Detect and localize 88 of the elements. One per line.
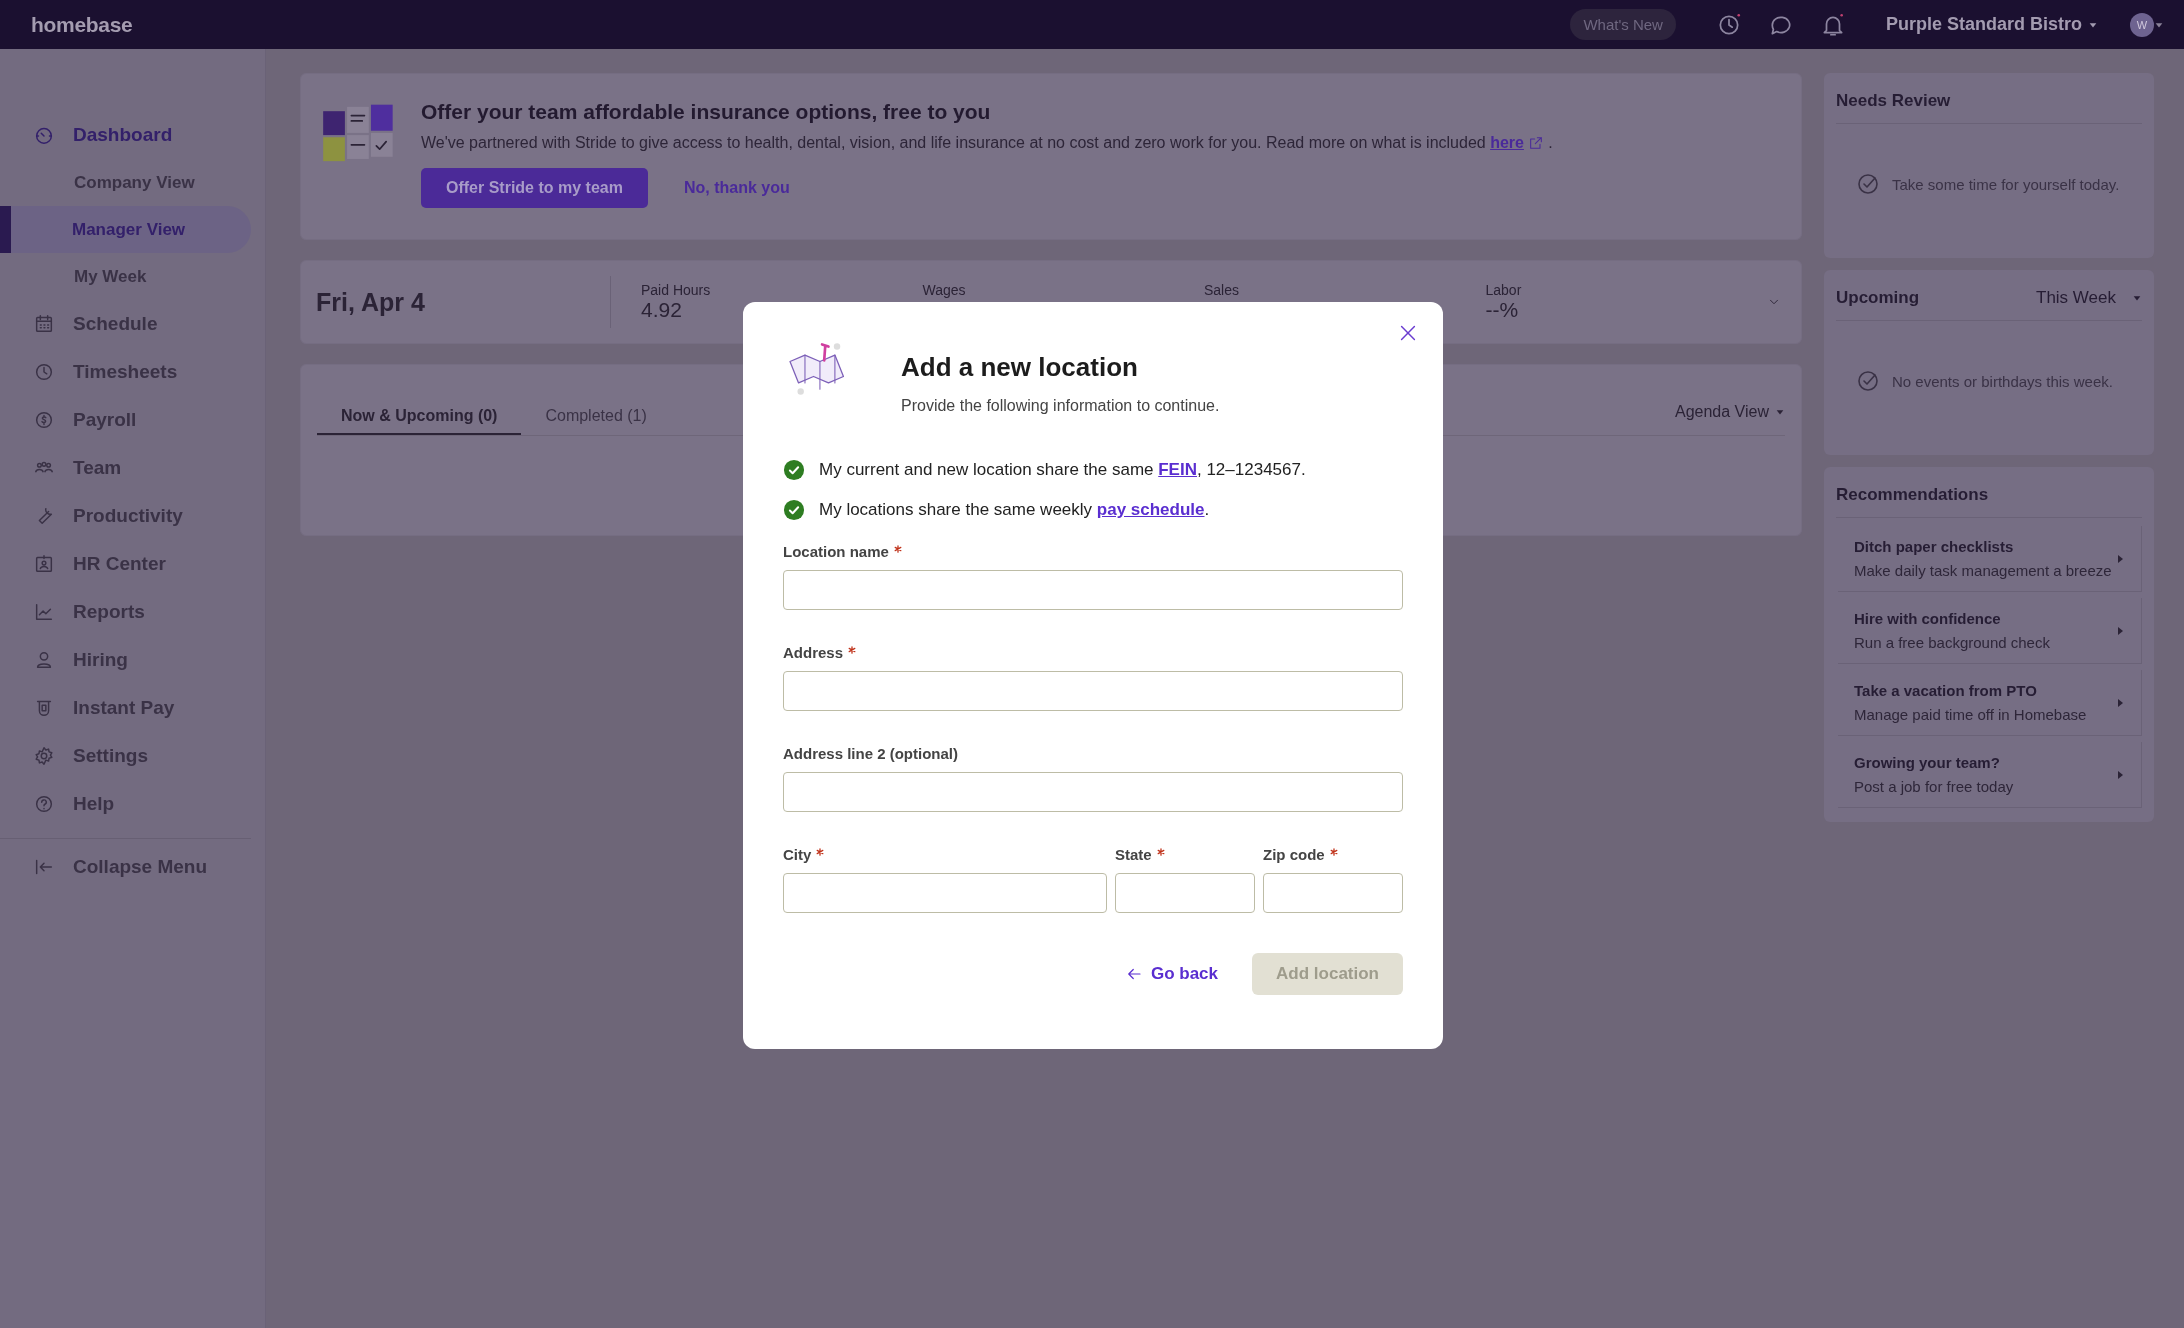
sidebar-item[interactable]: Reports: [0, 588, 265, 636]
location-switcher[interactable]: Purple Standard Bistro: [1885, 14, 2098, 35]
view-dropdown[interactable]: Agenda View: [1675, 403, 1785, 431]
offer-button[interactable]: Offer Stride to my team: [421, 168, 648, 208]
sidebar-item[interactable]: Instant Pay: [0, 684, 265, 732]
sidebar-item[interactable]: Hiring: [0, 636, 265, 684]
sidebar-item[interactable]: Timesheets: [0, 348, 265, 396]
tab[interactable]: Completed (1): [521, 399, 671, 435]
recommendation-subtitle: Post a job for free today: [1854, 778, 2014, 795]
sidebar-item[interactable]: Productivity: [0, 492, 265, 540]
id-card-icon: [33, 553, 55, 575]
field-label: Address: [783, 644, 844, 661]
sidebar-item[interactable]: Dashboard: [0, 111, 265, 159]
card-title: Needs Review: [1836, 87, 2142, 124]
stat-label: Labor: [1485, 282, 1523, 298]
recommendation-subtitle: Make daily task management a breeze: [1854, 562, 2112, 579]
sidebar-subitem[interactable]: My Week: [0, 253, 251, 300]
caret-right-icon: [2115, 552, 2125, 565]
link[interactable]: FEIN: [1158, 460, 1197, 479]
recommendation-item[interactable]: Hire with confidence Run a free background check: [1838, 598, 2142, 664]
check-circle-icon: [1856, 172, 1880, 196]
stat-label: Paid Hours: [641, 282, 712, 298]
sidebar-subitem[interactable]: Company View: [0, 159, 251, 206]
field-label: Location name: [783, 543, 889, 560]
sidebar-item[interactable]: Payroll: [0, 396, 265, 444]
settings-icon: [33, 745, 55, 767]
input-field[interactable]: [1115, 873, 1255, 913]
external-link-icon: [1527, 135, 1544, 151]
user-avatar[interactable]: W: [2130, 12, 2154, 37]
sidebar-item[interactable]: Help: [0, 780, 265, 828]
check-circle-icon: [1856, 369, 1880, 393]
card-title: Recommendations: [1836, 481, 2142, 518]
field-label: City: [783, 846, 812, 863]
date-label: Fri, Apr 4: [316, 276, 611, 328]
recommendation-title: Hire with confidence: [1854, 610, 2002, 627]
here-link[interactable]: here: [1490, 134, 1544, 152]
chart-icon: [33, 601, 55, 623]
caret-right-icon: [2115, 696, 2125, 709]
week-dropdown[interactable]: This Week: [2036, 288, 2142, 308]
recommendation-subtitle: Run a free background check: [1854, 634, 2050, 651]
recommendation-title: Growing your team?: [1854, 754, 2001, 771]
collapse-menu-button[interactable]: Collapse Menu: [0, 843, 265, 891]
sidebar-item[interactable]: HR Center: [0, 540, 265, 588]
sidebar-item[interactable]: Team: [0, 444, 265, 492]
requirement-text: My current and new location share the same FEIN, 12–1234567.: [819, 460, 1306, 480]
app-logo[interactable]: homebase: [31, 12, 133, 37]
recommendation-title: Ditch paper checklists: [1854, 538, 2015, 555]
caret-right-icon: [2115, 624, 2125, 637]
sidebar-subitem[interactable]: Manager View: [0, 206, 251, 253]
field-label: Address line 2 (optional): [783, 745, 959, 762]
stat-value: --%: [1485, 298, 1520, 322]
go-back-button[interactable]: Go back: [1124, 964, 1219, 984]
field-label: Zip code: [1263, 846, 1325, 863]
input-field[interactable]: [783, 772, 1403, 812]
calendar-icon: [33, 313, 55, 335]
whats-new-button[interactable]: What's New: [1570, 9, 1676, 40]
empty-message: No events or birthdays this week.: [1892, 372, 2113, 390]
caret-right-icon: [2115, 768, 2125, 781]
caret-icon: [2132, 293, 2142, 303]
decline-link[interactable]: No, thank you: [683, 179, 790, 197]
sidebar-item[interactable]: Settings: [0, 732, 265, 780]
banner-text: We've partnered with Stride to give access to health, dental, vision, and life insurance at no cost and zero work for you. Read more on what is included here .: [421, 134, 1553, 152]
dialog-title: Add a new location: [901, 352, 1139, 383]
stat-label: Sales: [1204, 282, 1241, 298]
sidebar-item[interactable]: Schedule: [0, 300, 265, 348]
input-field[interactable]: [1263, 873, 1403, 913]
dollar-icon: [33, 409, 55, 431]
recommendation-item[interactable]: Growing your team? Post a job for free today: [1838, 742, 2142, 808]
tab[interactable]: Now & Upcoming (0): [317, 399, 522, 435]
requirement-text: My locations share the same weekly pay schedule.: [819, 500, 1210, 520]
caret-icon: [1775, 407, 1785, 417]
input-field[interactable]: [783, 671, 1403, 711]
recommendation-item[interactable]: Take a vacation from PTO Manage paid time off in Homebase: [1838, 670, 2142, 736]
input-field[interactable]: [783, 570, 1403, 610]
recommendation-subtitle: Manage paid time off in Homebase: [1854, 706, 2087, 723]
input-field[interactable]: [783, 873, 1107, 913]
empty-message: Take some time for yourself today.: [1892, 175, 2120, 193]
banner-title: Offer your team affordable insurance options, free to you: [421, 100, 992, 124]
recommendation-item[interactable]: Ditch paper checklists Make daily task management a breeze: [1838, 526, 2142, 592]
clock-icon: [33, 361, 55, 383]
stat-value: 4.92: [641, 298, 683, 322]
card-title: Upcoming: [1836, 288, 1920, 308]
stat-label: Wages: [922, 282, 967, 298]
help-icon: [33, 793, 55, 815]
dialog-subtitle: Provide the following information to continue.: [901, 397, 1220, 415]
field-label: State: [1115, 846, 1152, 863]
recommendation-title: Take a vacation from PTO: [1854, 682, 2038, 699]
link[interactable]: pay schedule: [1096, 500, 1205, 519]
